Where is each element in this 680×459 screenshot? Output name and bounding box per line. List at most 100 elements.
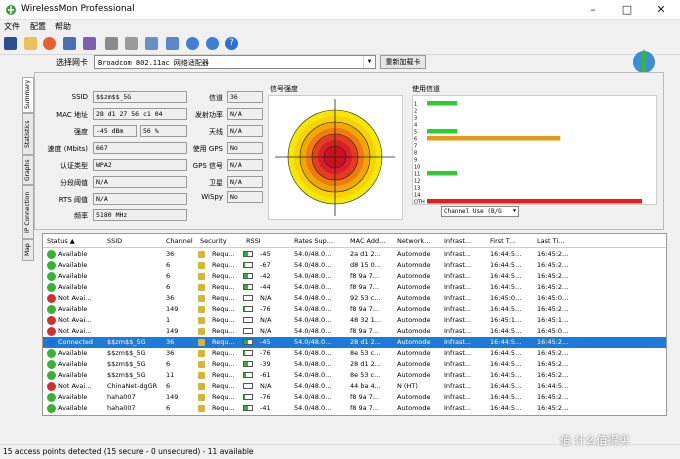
table-row[interactable]: Not Avai... 149 Requ... N/A 54.0/48.0... f8 9…	[43, 326, 666, 337]
cell-status: Not Avai...	[58, 294, 92, 302]
column-header-10[interactable]: Last Ti...	[537, 237, 582, 245]
column-header-7[interactable]: Network...	[397, 237, 443, 245]
rssi-bar	[243, 372, 253, 378]
rssi-bar	[243, 251, 253, 257]
channel-label-10: 10	[414, 165, 420, 171]
maximize-button[interactable]: □	[610, 0, 644, 20]
table-row[interactable]: Available 6 Requ... -67 54.0/48.0... d8 15 0.…	[43, 260, 666, 271]
cell-mac: f8 9a 7...	[350, 283, 380, 291]
status-dot-icon	[47, 316, 56, 325]
open-folder-icon[interactable]	[24, 37, 37, 50]
cell-mac: 92 53 c...	[350, 294, 381, 302]
cell-last: 16:45:2...	[537, 250, 569, 258]
info-icon[interactable]	[166, 37, 179, 50]
table-row[interactable]: Not Avai... ChinaNet-dgGR 6 Requ... N/A 54.0/…	[43, 381, 666, 392]
menu-help[interactable]: 帮助	[55, 21, 71, 32]
channel-label-1: 1	[414, 102, 417, 108]
freq-value: 5180 MHz	[93, 209, 187, 221]
cell-channel: 149	[166, 327, 179, 335]
channel-use-select[interactable]: Channel Use (B/G ▼	[441, 206, 519, 217]
table-row[interactable]: Not Avai... 1 Requ... N/A 54.0/48.0... 48 32 …	[43, 315, 666, 326]
print-icon[interactable]	[105, 37, 118, 50]
minimize-button[interactable]: –	[576, 0, 610, 20]
table-row[interactable]: Available haha007 6 Requ... -41 54.0/48.0... f…	[43, 403, 666, 414]
save-icon[interactable]	[4, 37, 17, 50]
mac-label: MAC 地址	[56, 111, 88, 119]
close-button[interactable]: ✕	[644, 0, 678, 20]
table-row[interactable]: Not Avai... 36 Requ... N/A 54.0/48.0... 92 53…	[43, 293, 666, 304]
network-icon[interactable]	[63, 37, 76, 50]
cell-mac: f8 9a 7...	[350, 393, 380, 401]
channel-label-8: 8	[414, 151, 417, 157]
cell-security: Requ...	[212, 316, 235, 324]
gps-signal-value: N/A	[227, 159, 263, 171]
cell-infra: Infrast...	[444, 250, 472, 258]
channel-label-12: 12	[414, 179, 420, 185]
cell-first: 16:44:5...	[490, 382, 522, 390]
table-row[interactable]: Available $$zm$$_5G 11 Requ... -61 54.0/48.0.…	[43, 370, 666, 381]
cell-rates: 54.0/48.0...	[294, 283, 332, 291]
cell-network: Automode	[397, 360, 431, 368]
cell-rates: 54.0/48.0...	[294, 349, 332, 357]
cell-first: 16:44:5...	[490, 393, 522, 401]
copy-icon[interactable]	[145, 37, 158, 50]
reload-card-button[interactable]: 重新加载卡	[380, 55, 426, 69]
column-header-4[interactable]: RSSI	[246, 237, 293, 245]
cell-first: 16:44:5...	[490, 360, 522, 368]
column-header-2[interactable]: Channel	[166, 237, 199, 245]
wispy-label: WiSpy	[201, 193, 223, 201]
connect-icon[interactable]	[83, 37, 96, 50]
menu-file[interactable]: 文件	[4, 21, 20, 32]
record-icon[interactable]	[43, 37, 56, 50]
status-dot-icon	[47, 305, 56, 314]
table-row[interactable]: Available 149 Requ... -76 54.0/48.0... f8 9a …	[43, 304, 666, 315]
cell-infra: Infrast...	[444, 360, 472, 368]
table-row[interactable]: Available 6 Requ... -42 54.0/48.0... f8 9a 7.…	[43, 271, 666, 282]
tab-map[interactable]: Map	[22, 239, 34, 261]
cell-security: Requ...	[212, 272, 235, 280]
cell-last: 16:45:1...	[537, 316, 569, 324]
cell-rates: 54.0/48.0...	[294, 382, 332, 390]
adapter-select[interactable]: Broadcom 802.11ac 网络适配器 ▼	[94, 55, 376, 69]
channel-bar-11	[427, 171, 458, 176]
column-header-6[interactable]: MAC Add...	[350, 237, 396, 245]
column-header-8[interactable]: Infrast...	[444, 237, 489, 245]
lock-icon	[198, 317, 205, 324]
status-dot-icon	[47, 261, 56, 270]
print-preview-icon[interactable]	[125, 37, 138, 50]
cell-infra: Infrast...	[444, 327, 472, 335]
table-row[interactable]: Available 36 Requ... -45 54.0/48.0... 2a d1 2…	[43, 249, 666, 260]
cell-last: 16:45:2...	[537, 305, 569, 313]
channel-usage-title: 使用信道	[412, 85, 440, 93]
cell-rates: 54.0/48.0...	[294, 393, 332, 401]
table-row[interactable]: Available $$zm$$_5G 36 Requ... -76 54.0/48.0.…	[43, 348, 666, 359]
column-header-3[interactable]: Security	[200, 237, 245, 245]
satellite-value: N/A	[227, 176, 263, 188]
cell-mac: 28 d1 2...	[350, 360, 381, 368]
cell-infra: Infrast...	[444, 305, 472, 313]
cell-channel: 36	[166, 338, 175, 346]
table-row[interactable]: Available haha007 149 Requ... -76 54.0/48.0..…	[43, 392, 666, 403]
cell-first: 16:44:5...	[490, 305, 522, 313]
column-header-0[interactable]: Status ▲	[47, 237, 105, 245]
cell-network: Automode	[397, 349, 431, 357]
cell-security: Requ...	[212, 261, 235, 269]
status-dot-icon	[47, 250, 56, 259]
refresh-icon[interactable]	[206, 37, 219, 50]
table-row[interactable]: Available 6 Requ... -44 54.0/48.0... f8 9a 7.…	[43, 282, 666, 293]
cell-rssi: N/A	[260, 316, 272, 324]
cell-channel: 36	[166, 349, 175, 357]
column-header-5[interactable]: Rates Sup...	[294, 237, 349, 245]
table-row[interactable]: Available $$zm$$_5G 6 Requ... -39 54.0/48.0..…	[43, 359, 666, 370]
cell-infra: Infrast...	[444, 283, 472, 291]
globe-icon[interactable]	[186, 37, 199, 50]
cell-network: Automode	[397, 250, 431, 258]
menu-config[interactable]: 配置	[30, 21, 46, 32]
column-header-9[interactable]: First T...	[490, 237, 536, 245]
cell-mac: f8 9a 7...	[350, 305, 380, 313]
table-row[interactable]: Connected $$zm$$_5G 36 Requ... -45 54.0/48.0.…	[43, 337, 666, 348]
cell-first: 16:44:5...	[490, 338, 522, 346]
help-icon[interactable]: ?	[225, 37, 238, 50]
channel-label-6: 6	[414, 137, 417, 143]
column-header-1[interactable]: SSID	[107, 237, 165, 245]
